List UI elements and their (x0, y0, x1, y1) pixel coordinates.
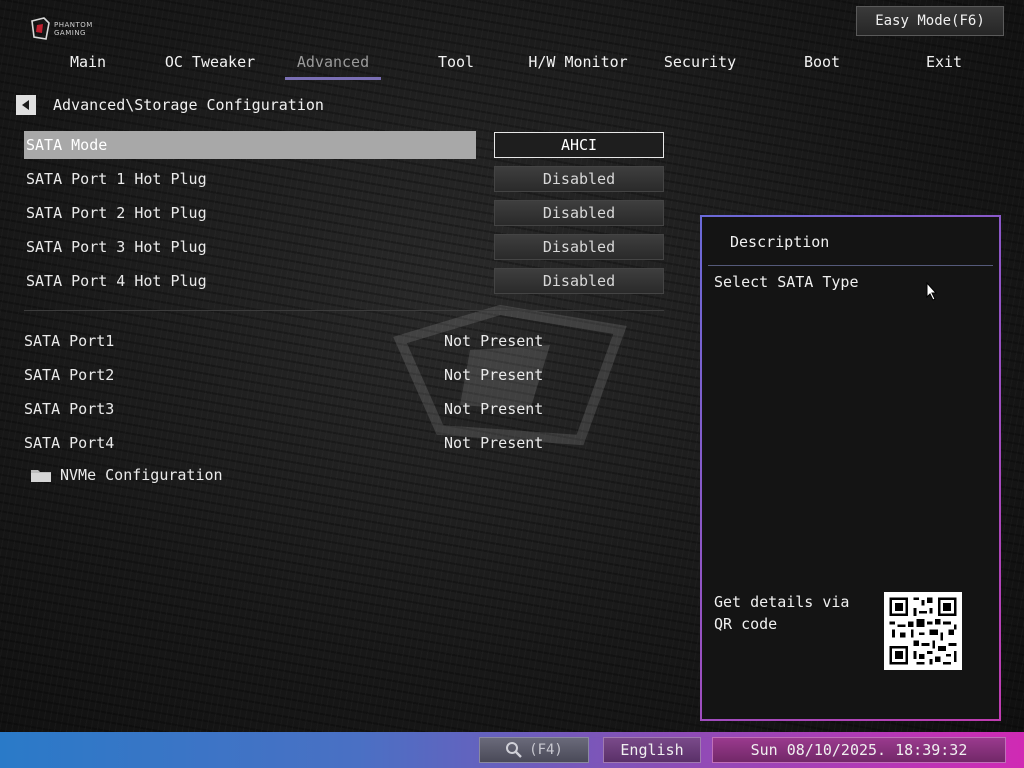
description-text: Select SATA Type (714, 273, 859, 291)
submenu-label: NVMe Configuration (60, 466, 223, 484)
tab-security[interactable]: Security (640, 50, 760, 80)
tab-boot[interactable]: Boot (762, 50, 882, 80)
setting-row-sata-port3-hot-plug[interactable]: SATA Port 3 Hot Plug Disabled (24, 233, 664, 261)
main-nav: Main OC Tweaker Advanced Tool H/W Monito… (28, 50, 1004, 80)
setting-label: SATA Port 2 Hot Plug (26, 204, 207, 222)
tab-main[interactable]: Main (28, 50, 148, 80)
easy-mode-button[interactable]: Easy Mode(F6) (856, 6, 1004, 36)
tab-oc-tweaker[interactable]: OC Tweaker (150, 50, 270, 80)
search-shortcut-label: (F4) (529, 742, 563, 758)
setting-label: SATA Port 4 Hot Plug (26, 272, 207, 290)
description-divider (708, 265, 993, 266)
description-title: Description (730, 233, 830, 251)
back-button[interactable] (16, 95, 36, 115)
setting-label: SATA Port 3 Hot Plug (26, 238, 207, 256)
datetime-display: Sun 08/10/2025. 18:39:32 (712, 737, 1006, 763)
port-info-row: SATA Port2 Not Present (24, 366, 664, 392)
setting-row-sata-port2-hot-plug[interactable]: SATA Port 2 Hot Plug Disabled (24, 199, 664, 227)
setting-label: SATA Mode (26, 136, 108, 154)
qr-caption: Get details via QR code (714, 593, 850, 633)
status-bar: (F4) English Sun 08/10/2025. 18:39:32 (0, 732, 1024, 768)
qr-code-icon (884, 592, 962, 670)
description-panel: Description Select SATA Type Get details… (700, 215, 1001, 721)
search-button[interactable]: (F4) (479, 737, 589, 763)
setting-row-sata-port1-hot-plug[interactable]: SATA Port 1 Hot Plug Disabled (24, 165, 664, 193)
sata-port1-hot-plug-value-button[interactable]: Disabled (494, 166, 664, 192)
arrow-left-icon (22, 100, 29, 110)
qr-code (884, 592, 962, 670)
port-status: Not Present (444, 434, 544, 452)
port-status: Not Present (444, 400, 544, 418)
sata-port2-hot-plug-value-button[interactable]: Disabled (494, 200, 664, 226)
section-divider (24, 310, 664, 311)
port-info-row: SATA Port4 Not Present (24, 434, 664, 460)
port-info-row: SATA Port1 Not Present (24, 332, 664, 358)
language-button[interactable]: English (603, 737, 701, 763)
breadcrumb: Advanced\Storage Configuration (53, 96, 324, 114)
nvme-configuration-submenu[interactable]: NVMe Configuration (30, 464, 223, 486)
port-label: SATA Port4 (24, 434, 115, 452)
sata-mode-value-button[interactable]: AHCI (494, 132, 664, 158)
tab-advanced[interactable]: Advanced (285, 50, 381, 80)
brand-logo: PHANTOM GAMING (30, 14, 110, 44)
search-icon (506, 742, 522, 758)
tab-hw-monitor[interactable]: H/W Monitor (518, 50, 638, 80)
phantom-gaming-logo-icon (31, 17, 50, 40)
tab-tool[interactable]: Tool (396, 50, 516, 80)
port-status: Not Present (444, 332, 544, 350)
sata-port4-hot-plug-value-button[interactable]: Disabled (494, 268, 664, 294)
setting-row-sata-mode[interactable]: SATA Mode AHCI (24, 131, 664, 159)
port-label: SATA Port3 (24, 400, 115, 418)
tab-exit[interactable]: Exit (884, 50, 1004, 80)
folder-icon (31, 470, 51, 482)
logo-text-line2: GAMING (54, 29, 86, 37)
mouse-cursor-icon (926, 282, 938, 301)
logo-text-line1: PHANTOM (54, 21, 93, 29)
port-label: SATA Port1 (24, 332, 115, 350)
setting-row-sata-port4-hot-plug[interactable]: SATA Port 4 Hot Plug Disabled (24, 267, 664, 295)
port-status: Not Present (444, 366, 544, 384)
sata-port3-hot-plug-value-button[interactable]: Disabled (494, 234, 664, 260)
port-label: SATA Port2 (24, 366, 115, 384)
port-info-row: SATA Port3 Not Present (24, 400, 664, 426)
setting-label: SATA Port 1 Hot Plug (26, 170, 207, 188)
